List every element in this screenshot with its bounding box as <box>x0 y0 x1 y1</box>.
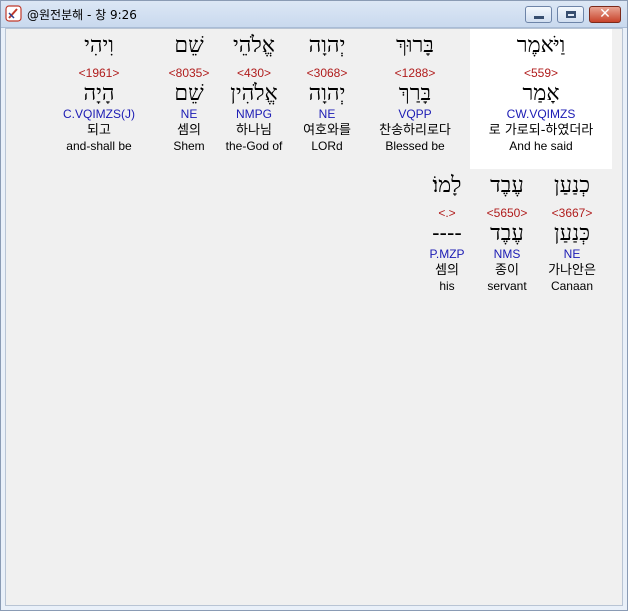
morphology-code: CW.VQIMZS <box>506 107 576 121</box>
english-gloss: servant <box>487 279 527 293</box>
morphology-code: C.VQIMZS(J) <box>63 107 135 121</box>
close-button[interactable]: ✕ <box>589 6 621 23</box>
korean-gloss: 셈의 <box>177 123 201 138</box>
minimize-button[interactable] <box>525 6 552 23</box>
korean-gloss: 찬송하리로다 <box>379 123 451 138</box>
hebrew-lemma: עֶבֶד <box>490 221 524 246</box>
korean-gloss: 셈의 <box>435 263 459 278</box>
korean-gloss: 되고 <box>87 123 111 138</box>
interlinear-panel: וַיֹּאמֶר <559> אָמַר CW.VQIMZS 로 가로되-하였더라 An… <box>5 28 623 606</box>
strong-number: <8035> <box>168 66 210 80</box>
window-title: @원전분해 - 창 9:26 <box>27 8 137 22</box>
app-logo-icon <box>5 5 22 22</box>
word-block[interactable]: אֱלֹהֵי <430> אֱלֹהִין NMPG 하나님 the-God of <box>218 29 290 169</box>
hebrew-lemma: כְּנַעַן <box>554 221 590 246</box>
word-block[interactable]: יְהוָה <3068> יְהוָה NE 여호와를 LORd <box>284 29 370 169</box>
morphology-code: P.MZP <box>429 247 465 261</box>
morphology-code: NE <box>563 247 581 261</box>
strong-number: <559> <box>523 66 559 80</box>
app-window: @원전분해 - 창 9:26 ✕ וַיֹּאמֶר <559> אָמַר CW.V… <box>0 0 628 611</box>
hebrew-lemma: ---- <box>432 221 462 246</box>
morphology-code: NE <box>318 107 336 121</box>
korean-gloss: 종이 <box>495 263 519 278</box>
english-gloss: and-shall be <box>66 139 132 153</box>
korean-gloss: 하나님 <box>236 123 272 138</box>
strong-number: <5650> <box>486 206 528 220</box>
morphology-code: NMPG <box>236 107 272 121</box>
hebrew-word: שֵׁם <box>174 33 204 58</box>
hebrew-word: כְנַעַן <box>554 173 590 198</box>
hebrew-word: עֶבֶד <box>490 173 524 198</box>
word-block[interactable]: וִיהִי <1961> הָיָה C.VQIMZS(J) 되고 and-shall … <box>53 29 145 169</box>
maximize-icon <box>566 11 576 18</box>
morphology-code: NE <box>180 107 198 121</box>
english-gloss: LORd <box>311 139 343 153</box>
word-block[interactable]: וַיֹּאמֶר <559> אָמַר CW.VQIMZS 로 가로되-하였더라 An… <box>470 29 612 169</box>
word-block[interactable]: לָמוֹ׃ <.> ---- P.MZP 셈의 his <box>416 169 478 309</box>
morphology-code: NMS <box>493 247 521 261</box>
title-bar[interactable]: @원전분해 - 창 9:26 ✕ <box>1 1 627 28</box>
hebrew-lemma: אֱלֹהִין <box>230 81 278 106</box>
english-gloss: And he said <box>509 139 573 153</box>
english-gloss: Shem <box>173 139 205 153</box>
korean-gloss: 가나안은 <box>548 263 596 278</box>
english-gloss: Blessed be <box>385 139 445 153</box>
hebrew-lemma: הָיָה <box>83 81 115 106</box>
strong-number: <3667> <box>551 206 593 220</box>
word-block[interactable]: עֶבֶד <5650> עֶבֶד NMS 종이 servant <box>478 169 536 309</box>
english-gloss: Canaan <box>550 279 594 293</box>
hebrew-word: יְהוָה <box>308 33 346 58</box>
strong-number: <430> <box>236 66 272 80</box>
strong-number: <3068> <box>306 66 348 80</box>
word-block[interactable]: שֵׁם <8035> שֵׁם NE 셈의 Shem <box>156 29 222 169</box>
maximize-button[interactable] <box>557 6 584 23</box>
close-icon: ✕ <box>599 6 611 22</box>
hebrew-lemma: בָּרַךְ <box>398 81 432 106</box>
hebrew-lemma: אָמַר <box>522 81 560 106</box>
word-block[interactable]: כְנַעַן <3667> כְּנַעַן NE 가나안은 Canaan <box>532 169 612 309</box>
hebrew-word: בָּרוּךְ <box>396 33 434 58</box>
korean-gloss: 여호와를 <box>303 123 351 138</box>
morphology-code: VQPP <box>398 107 432 121</box>
english-gloss: the-God of <box>225 139 283 153</box>
strong-number: <1288> <box>394 66 436 80</box>
hebrew-word: וַיֹּאמֶר <box>516 33 566 58</box>
strong-number: <1961> <box>78 66 120 80</box>
korean-gloss: 로 가로되-하였더라 <box>488 123 594 138</box>
minimize-icon <box>534 16 544 19</box>
hebrew-word: אֱלֹהֵי <box>233 33 275 58</box>
hebrew-lemma: יְהוָה <box>308 81 346 106</box>
word-block[interactable]: בָּרוּךְ <1288> בָּרַךְ VQPP 찬송하리로다 Blessed b… <box>363 29 467 169</box>
english-gloss: his <box>439 279 455 293</box>
hebrew-word: לָמוֹ׃ <box>432 173 462 198</box>
strong-number: <.> <box>438 206 456 220</box>
hebrew-lemma: שֵׁם <box>174 81 204 106</box>
hebrew-word: וִיהִי <box>84 33 114 58</box>
